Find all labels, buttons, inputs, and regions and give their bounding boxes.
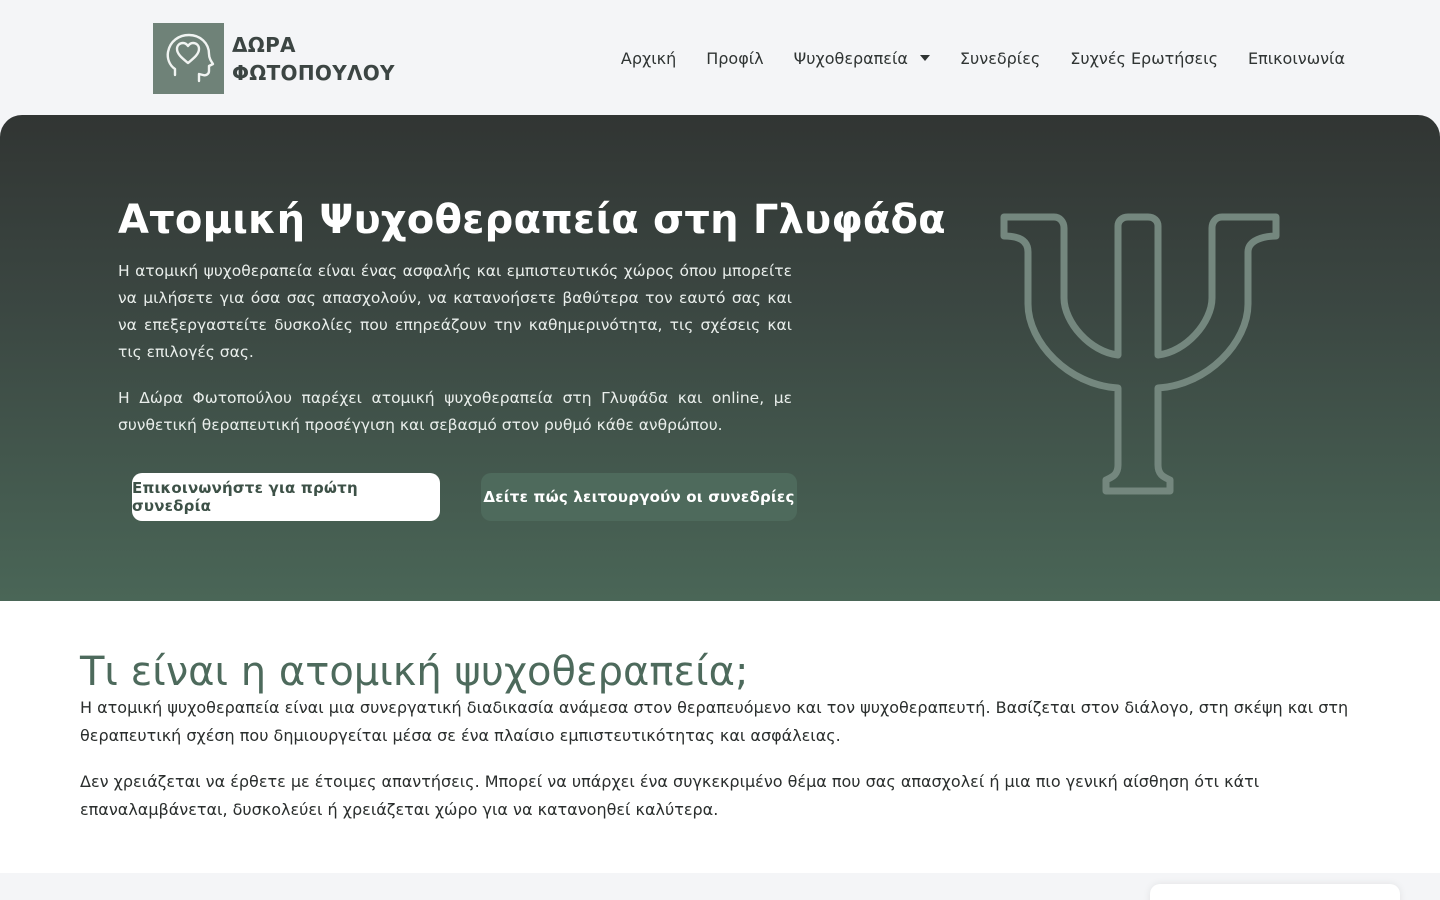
brand-name: ΔΩΡΑ ΦΩΤΟΠΟΥΛΟΥ	[232, 31, 395, 87]
brand-line-2: ΦΩΤΟΠΟΥΛΟΥ	[232, 60, 395, 85]
nav-item-contact[interactable]: Επικοινωνία	[1248, 44, 1345, 72]
floating-card	[1150, 884, 1400, 900]
section-title: Τι είναι η ατομική ψυχοθεραπεία;	[80, 649, 749, 695]
nav-item-faq[interactable]: Συχνές Ερωτήσεις	[1070, 44, 1218, 72]
hero-title: Ατομική Ψυχοθεραπεία στη Γλυφάδα	[118, 197, 946, 243]
nav-item-psychotherapy-label: Ψυχοθεραπεία	[793, 48, 908, 68]
site-logo[interactable]: ΔΩΡΑ ΦΩΤΟΠΟΥΛΟΥ	[153, 23, 395, 94]
nav-item-profile[interactable]: Προφίλ	[706, 44, 763, 72]
site-header: ΔΩΡΑ ΦΩΤΟΠΟΥΛΟΥ Αρχική Προφίλ Ψυχοθεραπε…	[0, 0, 1440, 115]
nav-item-psychotherapy[interactable]: Ψυχοθεραπεία	[794, 44, 930, 72]
hero-section: Ατομική Ψυχοθεραπεία στη Γλυφάδα Η ατομι…	[0, 115, 1440, 601]
section-paragraph-2: Δεν χρειάζεται να έρθετε με έτοιμες απαν…	[80, 772, 1260, 819]
nav-item-home[interactable]: Αρχική	[621, 44, 676, 72]
psi-symbol-icon	[1000, 213, 1280, 495]
contact-first-session-button[interactable]: Επικοινωνήστε για πρώτη συνεδρία	[132, 473, 440, 521]
hero-paragraph-1: Η ατομική ψυχοθεραπεία είναι ένας ασφαλή…	[118, 262, 792, 361]
section-paragraph-1: Η ατομική ψυχοθεραπεία είναι μια συνεργα…	[80, 698, 1349, 745]
how-sessions-work-button[interactable]: Δείτε πώς λειτουργούν οι συνεδρίες	[481, 473, 797, 521]
nav-item-sessions[interactable]: Συνεδρίες	[960, 44, 1040, 72]
main-nav: Αρχική Προφίλ Ψυχοθεραπεία Συνεδρίες Συχ…	[621, 44, 1345, 72]
heart-head-icon	[153, 23, 224, 94]
what-is-therapy-section: Τι είναι η ατομική ψυχοθεραπεία; Η ατομι…	[0, 601, 1440, 873]
chevron-down-icon	[919, 55, 930, 61]
brand-line-1: ΔΩΡΑ	[232, 32, 296, 57]
hero-paragraph-2: Η Δώρα Φωτοπούλου παρέχει ατομική ψυχοθε…	[118, 389, 792, 434]
